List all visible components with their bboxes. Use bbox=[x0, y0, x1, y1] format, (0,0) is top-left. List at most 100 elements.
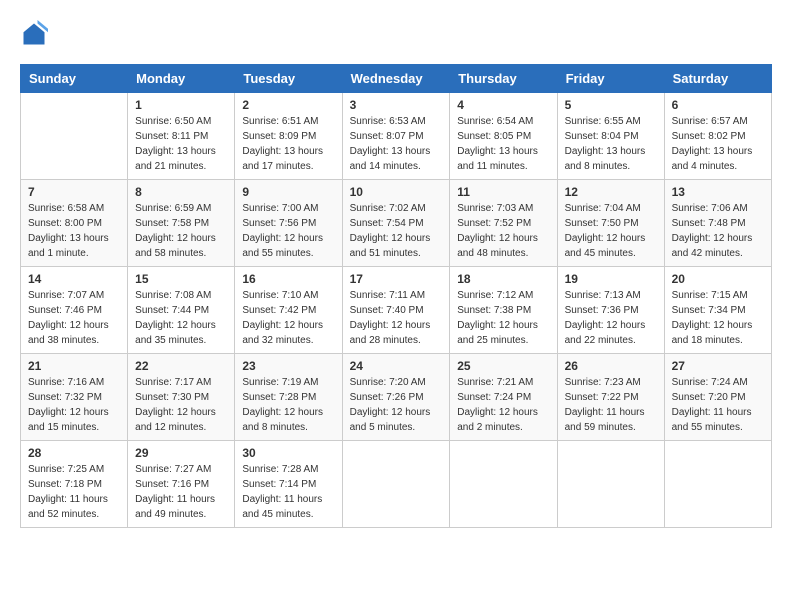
day-number: 10 bbox=[350, 185, 443, 199]
calendar-cell bbox=[342, 441, 450, 528]
calendar-cell: 2 Sunrise: 6:51 AM Sunset: 8:09 PM Daylig… bbox=[235, 93, 342, 180]
day-number: 8 bbox=[135, 185, 227, 199]
day-info: Sunrise: 6:57 AM Sunset: 8:02 PM Dayligh… bbox=[672, 114, 764, 174]
day-number: 21 bbox=[28, 359, 120, 373]
day-info: Sunrise: 7:16 AM Sunset: 7:32 PM Dayligh… bbox=[28, 375, 120, 435]
day-info: Sunrise: 7:25 AM Sunset: 7:18 PM Dayligh… bbox=[28, 462, 120, 522]
calendar-cell: 25 Sunrise: 7:21 AM Sunset: 7:24 PM Dayli… bbox=[450, 354, 557, 441]
day-number: 15 bbox=[135, 272, 227, 286]
calendar-cell: 18 Sunrise: 7:12 AM Sunset: 7:38 PM Dayli… bbox=[450, 267, 557, 354]
day-number: 2 bbox=[242, 98, 334, 112]
day-info: Sunrise: 7:27 AM Sunset: 7:16 PM Dayligh… bbox=[135, 462, 227, 522]
calendar-cell: 7 Sunrise: 6:58 AM Sunset: 8:00 PM Daylig… bbox=[21, 180, 128, 267]
day-info: Sunrise: 6:54 AM Sunset: 8:05 PM Dayligh… bbox=[457, 114, 549, 174]
day-number: 6 bbox=[672, 98, 764, 112]
day-info: Sunrise: 6:55 AM Sunset: 8:04 PM Dayligh… bbox=[565, 114, 657, 174]
day-info: Sunrise: 7:12 AM Sunset: 7:38 PM Dayligh… bbox=[457, 288, 549, 348]
calendar-cell: 13Sunrise: 7:06 AM Sunset: 7:48 PM Dayli… bbox=[664, 180, 771, 267]
calendar-cell bbox=[557, 441, 664, 528]
day-info: Sunrise: 7:03 AM Sunset: 7:52 PM Dayligh… bbox=[457, 201, 549, 261]
day-header-wednesday: Wednesday bbox=[342, 65, 450, 93]
calendar-week-row: 28 Sunrise: 7:25 AM Sunset: 7:18 PM Dayli… bbox=[21, 441, 772, 528]
calendar-week-row: 21 Sunrise: 7:16 AM Sunset: 7:32 PM Dayli… bbox=[21, 354, 772, 441]
calendar-cell: 1 Sunrise: 6:50 AM Sunset: 8:11 PM Daylig… bbox=[128, 93, 235, 180]
calendar-cell: 14 Sunrise: 7:07 AM Sunset: 7:46 PM Dayli… bbox=[21, 267, 128, 354]
calendar-cell: 21 Sunrise: 7:16 AM Sunset: 7:32 PM Dayli… bbox=[21, 354, 128, 441]
calendar-cell: 27 Sunrise: 7:24 AM Sunset: 7:20 PM Dayli… bbox=[664, 354, 771, 441]
calendar-cell: 30 Sunrise: 7:28 AM Sunset: 7:14 PM Dayli… bbox=[235, 441, 342, 528]
calendar-cell: 5 Sunrise: 6:55 AM Sunset: 8:04 PM Daylig… bbox=[557, 93, 664, 180]
page-header bbox=[20, 20, 772, 48]
day-number: 7 bbox=[28, 185, 120, 199]
logo-icon bbox=[20, 20, 48, 48]
day-number: 27 bbox=[672, 359, 764, 373]
day-number: 29 bbox=[135, 446, 227, 460]
calendar-cell bbox=[450, 441, 557, 528]
calendar-cell: 24 Sunrise: 7:20 AM Sunset: 7:26 PM Dayli… bbox=[342, 354, 450, 441]
calendar-cell: 23Sunrise: 7:19 AM Sunset: 7:28 PM Dayli… bbox=[235, 354, 342, 441]
logo bbox=[20, 20, 52, 48]
calendar-cell: 29 Sunrise: 7:27 AM Sunset: 7:16 PM Dayli… bbox=[128, 441, 235, 528]
calendar-cell bbox=[21, 93, 128, 180]
day-number: 14 bbox=[28, 272, 120, 286]
day-info: Sunrise: 7:07 AM Sunset: 7:46 PM Dayligh… bbox=[28, 288, 120, 348]
day-number: 30 bbox=[242, 446, 334, 460]
calendar-cell: 17 Sunrise: 7:11 AM Sunset: 7:40 PM Dayli… bbox=[342, 267, 450, 354]
calendar-week-row: 1 Sunrise: 6:50 AM Sunset: 8:11 PM Daylig… bbox=[21, 93, 772, 180]
day-info: Sunrise: 7:06 AM Sunset: 7:48 PM Dayligh… bbox=[672, 201, 764, 261]
calendar-table: SundayMondayTuesdayWednesdayThursdayFrid… bbox=[20, 64, 772, 528]
day-info: Sunrise: 7:28 AM Sunset: 7:14 PM Dayligh… bbox=[242, 462, 334, 522]
calendar-cell: 4 Sunrise: 6:54 AM Sunset: 8:05 PM Daylig… bbox=[450, 93, 557, 180]
calendar-cell: 19Sunrise: 7:13 AM Sunset: 7:36 PM Dayli… bbox=[557, 267, 664, 354]
day-number: 9 bbox=[242, 185, 334, 199]
day-header-tuesday: Tuesday bbox=[235, 65, 342, 93]
day-info: Sunrise: 6:58 AM Sunset: 8:00 PM Dayligh… bbox=[28, 201, 120, 261]
day-number: 5 bbox=[565, 98, 657, 112]
day-number: 19 bbox=[565, 272, 657, 286]
day-header-monday: Monday bbox=[128, 65, 235, 93]
day-number: 3 bbox=[350, 98, 443, 112]
day-number: 26 bbox=[565, 359, 657, 373]
day-info: Sunrise: 7:00 AM Sunset: 7:56 PM Dayligh… bbox=[242, 201, 334, 261]
day-info: Sunrise: 7:21 AM Sunset: 7:24 PM Dayligh… bbox=[457, 375, 549, 435]
day-header-friday: Friday bbox=[557, 65, 664, 93]
calendar-cell: 20 Sunrise: 7:15 AM Sunset: 7:34 PM Dayli… bbox=[664, 267, 771, 354]
day-number: 1 bbox=[135, 98, 227, 112]
day-info: Sunrise: 7:17 AM Sunset: 7:30 PM Dayligh… bbox=[135, 375, 227, 435]
day-header-thursday: Thursday bbox=[450, 65, 557, 93]
day-header-saturday: Saturday bbox=[664, 65, 771, 93]
day-number: 11 bbox=[457, 185, 549, 199]
calendar-cell: 22 Sunrise: 7:17 AM Sunset: 7:30 PM Dayli… bbox=[128, 354, 235, 441]
calendar-header-row: SundayMondayTuesdayWednesdayThursdayFrid… bbox=[21, 65, 772, 93]
day-number: 22 bbox=[135, 359, 227, 373]
calendar-cell: 3 Sunrise: 6:53 AM Sunset: 8:07 PM Daylig… bbox=[342, 93, 450, 180]
calendar-cell: 8Sunrise: 6:59 AM Sunset: 7:58 PM Daylig… bbox=[128, 180, 235, 267]
calendar-cell: 16Sunrise: 7:10 AM Sunset: 7:42 PM Dayli… bbox=[235, 267, 342, 354]
day-info: Sunrise: 7:20 AM Sunset: 7:26 PM Dayligh… bbox=[350, 375, 443, 435]
calendar-cell: 6 Sunrise: 6:57 AM Sunset: 8:02 PM Daylig… bbox=[664, 93, 771, 180]
day-number: 25 bbox=[457, 359, 549, 373]
calendar-cell: 15Sunrise: 7:08 AM Sunset: 7:44 PM Dayli… bbox=[128, 267, 235, 354]
day-info: Sunrise: 6:53 AM Sunset: 8:07 PM Dayligh… bbox=[350, 114, 443, 174]
day-number: 4 bbox=[457, 98, 549, 112]
day-number: 17 bbox=[350, 272, 443, 286]
day-info: Sunrise: 7:10 AM Sunset: 7:42 PM Dayligh… bbox=[242, 288, 334, 348]
day-info: Sunrise: 7:04 AM Sunset: 7:50 PM Dayligh… bbox=[565, 201, 657, 261]
day-info: Sunrise: 6:50 AM Sunset: 8:11 PM Dayligh… bbox=[135, 114, 227, 174]
calendar-cell: 11 Sunrise: 7:03 AM Sunset: 7:52 PM Dayli… bbox=[450, 180, 557, 267]
calendar-cell: 28 Sunrise: 7:25 AM Sunset: 7:18 PM Dayli… bbox=[21, 441, 128, 528]
day-number: 20 bbox=[672, 272, 764, 286]
day-number: 24 bbox=[350, 359, 443, 373]
day-number: 12 bbox=[565, 185, 657, 199]
day-info: Sunrise: 7:23 AM Sunset: 7:22 PM Dayligh… bbox=[565, 375, 657, 435]
day-info: Sunrise: 7:15 AM Sunset: 7:34 PM Dayligh… bbox=[672, 288, 764, 348]
day-info: Sunrise: 7:11 AM Sunset: 7:40 PM Dayligh… bbox=[350, 288, 443, 348]
day-number: 18 bbox=[457, 272, 549, 286]
day-number: 28 bbox=[28, 446, 120, 460]
calendar-cell: 9 Sunrise: 7:00 AM Sunset: 7:56 PM Daylig… bbox=[235, 180, 342, 267]
calendar-cell: 12 Sunrise: 7:04 AM Sunset: 7:50 PM Dayli… bbox=[557, 180, 664, 267]
day-info: Sunrise: 6:51 AM Sunset: 8:09 PM Dayligh… bbox=[242, 114, 334, 174]
day-info: Sunrise: 7:24 AM Sunset: 7:20 PM Dayligh… bbox=[672, 375, 764, 435]
day-info: Sunrise: 7:19 AM Sunset: 7:28 PM Dayligh… bbox=[242, 375, 334, 435]
calendar-week-row: 7 Sunrise: 6:58 AM Sunset: 8:00 PM Daylig… bbox=[21, 180, 772, 267]
